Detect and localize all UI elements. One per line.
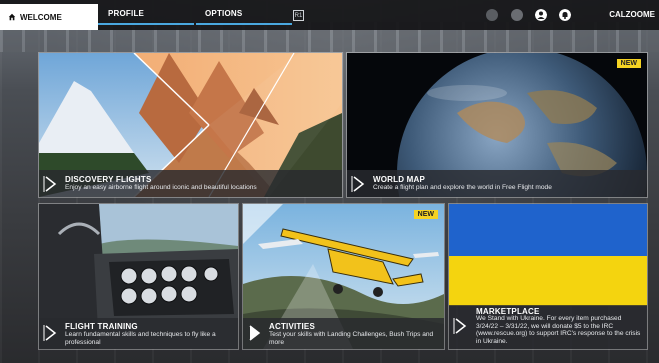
world-map-description: Create a flight plan and explore the wor… — [373, 184, 552, 191]
tab-options-underline — [196, 23, 292, 25]
chevron-right-icon — [453, 318, 467, 334]
user-icon[interactable] — [535, 9, 547, 21]
ukraine-flag-yellow — [449, 256, 647, 306]
marketplace-description: We Stand with Ukraine. For every item pu… — [476, 315, 641, 345]
activities-title: ACTIVITIES — [269, 322, 316, 331]
tab-welcome-label: WELCOME — [20, 12, 62, 22]
notification-icon[interactable] — [559, 9, 571, 21]
flight-training-caption: FLIGHT TRAINING Learn fundamental skills… — [39, 318, 238, 349]
username[interactable]: CALZOOME — [609, 10, 655, 19]
ukraine-flag-blue — [449, 204, 647, 256]
chevron-right-icon — [351, 176, 365, 192]
discovery-flights-description: Enjoy an easy airborne flight around ico… — [65, 184, 257, 191]
chevron-right-icon — [43, 325, 57, 341]
tab-profile[interactable]: PROFILE — [108, 9, 144, 18]
new-badge: NEW — [413, 210, 438, 219]
flight-training-description: Learn fundamental skills and techniques … — [65, 331, 216, 346]
online-status-icon[interactable] — [486, 9, 498, 21]
top-navigation-bar: WELCOME PROFILE OPTIONS R1 CALZOOME — [0, 0, 659, 30]
home-icon — [8, 13, 16, 21]
discovery-flights-caption: DISCOVERY FLIGHTS Enjoy an easy airborne… — [39, 170, 342, 197]
discovery-flights-title: DISCOVERY FLIGHTS — [65, 175, 152, 184]
tab-options[interactable]: OPTIONS — [205, 9, 242, 18]
flight-training-card[interactable]: FLIGHT TRAINING Learn fundamental skills… — [38, 203, 239, 350]
activities-caption: ACTIVITIES Test your skills with Landing… — [243, 318, 444, 349]
world-map-title: WORLD MAP — [373, 175, 426, 184]
discovery-flights-card[interactable]: DISCOVERY FLIGHTS Enjoy an easy airborne… — [38, 52, 343, 198]
world-map-card[interactable]: NEW WORLD MAP Create a flight plan and e… — [346, 52, 648, 198]
marketplace-card[interactable]: MARKETPLACE We Stand with Ukraine. For e… — [448, 203, 648, 350]
activities-description: Test your skills with Landing Challenges… — [269, 331, 434, 346]
tab-welcome[interactable]: WELCOME — [0, 4, 98, 30]
chevron-right-icon — [249, 325, 261, 341]
new-badge: NEW — [616, 59, 641, 68]
chevron-right-icon — [43, 176, 57, 192]
world-map-caption: WORLD MAP Create a flight plan and explo… — [347, 170, 647, 197]
keyboard-key-icon: R1 — [293, 10, 304, 21]
flight-training-title: FLIGHT TRAINING — [65, 322, 138, 331]
tab-profile-underline — [98, 23, 194, 25]
activities-card[interactable]: NEW ACTIVITIES Test your skills with Lan… — [242, 203, 445, 350]
marketplace-caption: MARKETPLACE We Stand with Ukraine. For e… — [449, 305, 647, 349]
friends-icon[interactable] — [511, 9, 523, 21]
